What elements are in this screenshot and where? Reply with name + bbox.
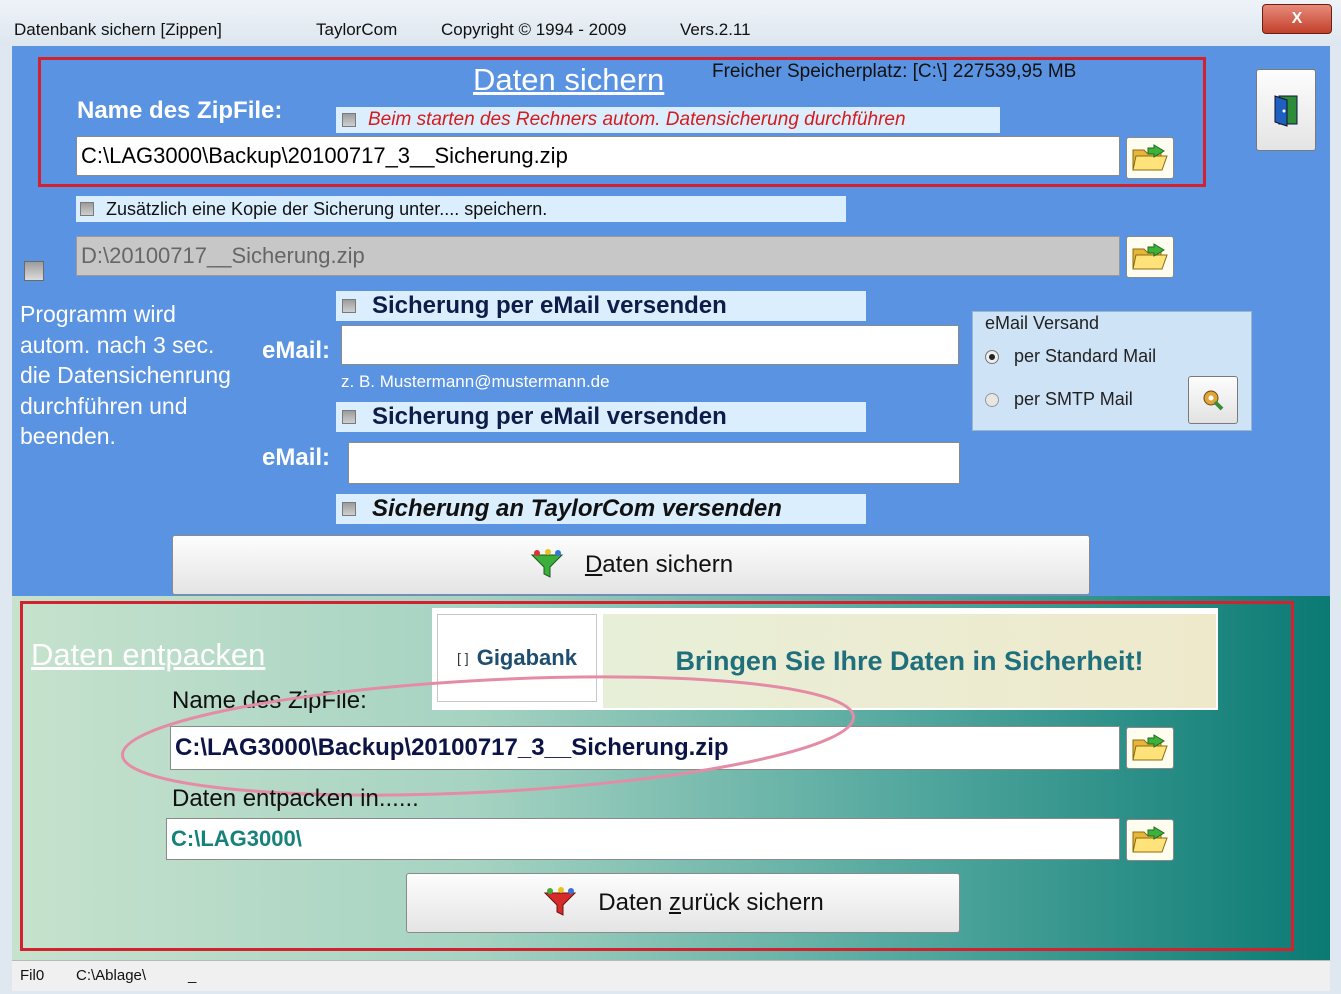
company-name: TaylorCom: [316, 20, 398, 39]
status-field-3: _: [188, 967, 197, 984]
restore-data-label: Daten zurück sichern: [598, 889, 824, 916]
autostart-checkbox[interactable]: [342, 113, 356, 127]
smtp-settings-button[interactable]: [1188, 376, 1238, 424]
backup-heading: Daten sichern: [473, 62, 665, 97]
email1-checkbox[interactable]: [342, 299, 356, 313]
email1-field-label: eMail:: [262, 337, 331, 364]
window-title: Datenbank sichern [Zippen]: [14, 20, 222, 39]
copyright-text: Copyright © 1994 - 2009: [441, 20, 627, 39]
radio-standard-label: per Standard Mail: [1014, 346, 1157, 366]
copy-option[interactable]: Zusätzlich eine Kopie der Sicherung unte…: [76, 196, 846, 222]
restore-target-label: Daten entpacken in......: [172, 785, 419, 812]
email2-input[interactable]: [348, 442, 960, 484]
close-button[interactable]: X: [1262, 4, 1332, 34]
email2-field-label: eMail:: [262, 444, 331, 471]
radio-smtp-mail[interactable]: per SMTP Mail: [985, 389, 1133, 410]
radio-standard-button[interactable]: [985, 349, 999, 364]
title-bar: Datenbank sichern [Zippen] TaylorCom Cop…: [0, 0, 1341, 46]
copy-checkbox[interactable]: [80, 202, 94, 216]
auto-program-text: Programm wird autom. nach 3 sec. die Dat…: [20, 301, 231, 449]
folder-open-icon: [1132, 734, 1168, 761]
status-field-2: C:\Ablage\: [76, 967, 147, 984]
status-bar: Fil0 C:\Ablage\ _: [12, 960, 1330, 991]
restore-target-browse-button[interactable]: [1126, 819, 1174, 861]
highlight-ellipse: [120, 675, 856, 797]
email1-option[interactable]: Sicherung per eMail versenden: [336, 291, 866, 321]
email2-option[interactable]: Sicherung per eMail versenden: [336, 402, 866, 432]
exit-button[interactable]: [1256, 69, 1316, 151]
zip-file-browse-button[interactable]: [1126, 137, 1174, 179]
version-text: Vers.2.11: [680, 20, 751, 39]
email1-label: Sicherung per eMail versenden: [372, 292, 727, 319]
email1-input[interactable]: [341, 325, 959, 365]
autostart-option[interactable]: Beim starten des Rechners autom. Datensi…: [336, 107, 1000, 133]
funnel-icon: [530, 549, 564, 578]
autostart-label: Beim starten des Rechners autom. Datensi…: [368, 109, 906, 130]
folder-open-icon: [1132, 826, 1168, 853]
zip-file-input[interactable]: C:\LAG3000\Backup\20100717_3__Sicherung.…: [76, 136, 1120, 176]
copy-path-browse-button[interactable]: [1126, 236, 1174, 278]
folder-open-icon: [1132, 243, 1168, 270]
restore-target-input[interactable]: C:\LAG3000\: [166, 818, 1120, 860]
auto-program-checkbox[interactable]: [24, 261, 44, 281]
settings-icon: [1203, 390, 1224, 411]
taylorcom-option[interactable]: Sicherung an TaylorCom versenden: [336, 494, 866, 524]
save-data-button[interactable]: Daten sichern: [172, 535, 1090, 595]
restore-zip-browse-button[interactable]: [1126, 727, 1174, 769]
copy-path-input[interactable]: D:\20100717__Sicherung.zip: [76, 236, 1120, 276]
exit-door-icon: [1274, 95, 1298, 127]
radio-smtp-button[interactable]: [985, 392, 999, 407]
folder-open-icon: [1132, 144, 1168, 171]
taylorcom-label: Sicherung an TaylorCom versenden: [372, 495, 782, 522]
email2-checkbox[interactable]: [342, 410, 356, 424]
status-field-1: Fil0: [20, 967, 45, 984]
restore-data-button[interactable]: Daten zurück sichern: [406, 873, 960, 933]
funnel-icon: [544, 887, 577, 916]
email-versand-title: eMail Versand: [985, 313, 1100, 333]
radio-smtp-label: per SMTP Mail: [1014, 389, 1133, 409]
email2-label: Sicherung per eMail versenden: [372, 403, 727, 430]
copy-label: Zusätzlich eine Kopie der Sicherung unte…: [106, 198, 548, 219]
email-example-hint: z. B. Mustermann@mustermann.de: [341, 372, 610, 391]
radio-standard-mail[interactable]: per Standard Mail: [985, 346, 1156, 367]
free-space-info: Freicher Speicherplatz: [C:\] 227539,95 …: [712, 61, 1077, 82]
zip-name-label: Name des ZipFile:: [77, 97, 283, 124]
save-data-label: Daten sichern: [584, 551, 734, 578]
taylorcom-checkbox[interactable]: [342, 502, 356, 516]
